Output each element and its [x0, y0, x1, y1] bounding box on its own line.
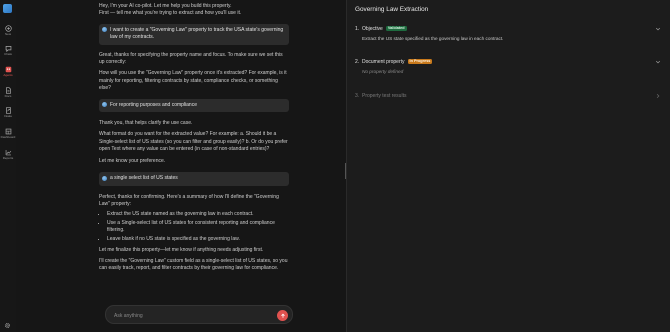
- nav-item-chats[interactable]: Chats: [0, 45, 16, 56]
- assistant-message: Perfect, thanks for confirming. Here's a…: [99, 194, 289, 273]
- assistant-message: Great, thanks for specifying the propert…: [99, 52, 289, 93]
- message-text: How will you use the "Governing Law" pro…: [99, 70, 287, 92]
- nav-label-dashboard: Dashboard: [0, 135, 16, 139]
- summary-list: Extract the US state named as the govern…: [107, 211, 289, 243]
- chat-composer: [105, 305, 293, 324]
- chat-thread: Hey, I'm your AI co-pilot. Let me help y…: [99, 3, 289, 273]
- step-number: 3.: [355, 93, 360, 99]
- chart-icon: [5, 150, 11, 156]
- app-logo[interactable]: [3, 4, 12, 13]
- nav-item-docs[interactable]: Docs: [0, 87, 16, 98]
- chevron-right-icon[interactable]: [655, 93, 661, 99]
- nav-rail: New Chats Agents Docs Intake Dashboard R…: [0, 0, 16, 332]
- assistant-message: Hey, I'm your AI co-pilot. Let me help y…: [99, 3, 289, 18]
- nav-item-dashboard[interactable]: Dashboard: [0, 128, 16, 139]
- user-avatar: [102, 27, 107, 33]
- step-title: Property test results: [362, 93, 407, 99]
- send-button[interactable]: [277, 310, 288, 321]
- user-message: a single select list of US states: [99, 172, 289, 186]
- panel-title: Governing Law Extraction: [355, 6, 429, 13]
- step-title: Objective: [362, 26, 383, 32]
- gear-icon[interactable]: [4, 322, 11, 329]
- step-header[interactable]: 1. Objective Validated: [355, 24, 661, 34]
- extraction-panel: Governing Law Extraction 1. Objective Vali…: [347, 0, 670, 332]
- message-text: I want to create a "Governing Law" prope…: [110, 26, 284, 41]
- status-badge: In Progress: [407, 59, 433, 65]
- step-number: 2.: [355, 59, 360, 65]
- step-document-property: 2. Document property In Progress No proper…: [355, 57, 661, 74]
- nav-item-intake[interactable]: Intake: [0, 107, 16, 118]
- status-badge: Validated: [385, 26, 407, 32]
- list-item: Leave blank if no US state is specified …: [107, 236, 289, 243]
- step-number: 1.: [355, 26, 360, 32]
- step-description: Extract the US state specified as the go…: [362, 36, 504, 41]
- nav-label-intake: Intake: [3, 114, 13, 118]
- message-text: Perfect, thanks for confirming. Here's a…: [99, 193, 279, 207]
- nav-label-reports: Reports: [2, 156, 14, 160]
- message-text: For reporting purposes and compliance: [110, 101, 197, 108]
- nav-item-agents[interactable]: Agents: [0, 66, 16, 77]
- assistant-message: Thank you, that helps clarify the use ca…: [99, 120, 289, 165]
- step-header[interactable]: 3. Property test results: [355, 91, 661, 101]
- nav-label-new: New: [4, 32, 11, 36]
- nav-label-docs: Docs: [4, 94, 12, 98]
- step-header[interactable]: 2. Document property In Progress: [355, 57, 661, 67]
- list-item: Extract the US state named as the govern…: [107, 211, 289, 218]
- user-message: I want to create a "Governing Law" prope…: [99, 23, 289, 45]
- nav-item-reports[interactable]: Reports: [0, 149, 16, 160]
- nav-label-agents: Agents: [3, 73, 13, 77]
- chat-input[interactable]: [114, 311, 264, 320]
- list-item: Use a Single-select list of US states fo…: [107, 220, 289, 235]
- step-test-results: 3. Property test results: [355, 91, 661, 101]
- nav-label-chats: Chats: [4, 52, 12, 56]
- message-text: a single select list of US states: [110, 175, 178, 182]
- message-text: Hey, I'm your AI co-pilot. Let me help y…: [99, 3, 232, 9]
- user-message: For reporting purposes and compliance: [99, 98, 289, 113]
- message-text: First — tell me what you're trying to ex…: [99, 10, 242, 17]
- chevron-down-icon[interactable]: [655, 26, 661, 32]
- message-text: Let me know your preference.: [99, 157, 166, 164]
- plus-circle-icon: [4, 25, 12, 32]
- user-avatar: [102, 175, 107, 181]
- user-avatar: [102, 102, 107, 108]
- step-title: Document property: [362, 59, 405, 65]
- agent-icon: [5, 66, 11, 73]
- arrow-up-icon: [280, 313, 285, 318]
- message-text: Let me finalize this property—let me kno…: [99, 246, 264, 253]
- intake-icon: [5, 107, 11, 114]
- chat-pane: Hey, I'm your AI co-pilot. Let me help y…: [16, 0, 346, 332]
- chat-bubble-icon: [5, 46, 11, 52]
- step-placeholder: No property defined: [362, 69, 404, 74]
- message-text: I'll create the "Governing Law" custom f…: [99, 257, 288, 272]
- message-text: What format do you want for the extracte…: [99, 131, 288, 153]
- document-icon: [5, 87, 11, 94]
- dashboard-icon: [5, 128, 11, 135]
- nav-item-new[interactable]: New: [0, 25, 16, 36]
- message-text: Great, thanks for specifying the propert…: [99, 51, 283, 66]
- chevron-down-icon[interactable]: [655, 59, 661, 65]
- message-text: Thank you, that helps clarify the use ca…: [99, 120, 193, 127]
- step-objective: 1. Objective Validated Extract the US stat…: [355, 24, 661, 41]
